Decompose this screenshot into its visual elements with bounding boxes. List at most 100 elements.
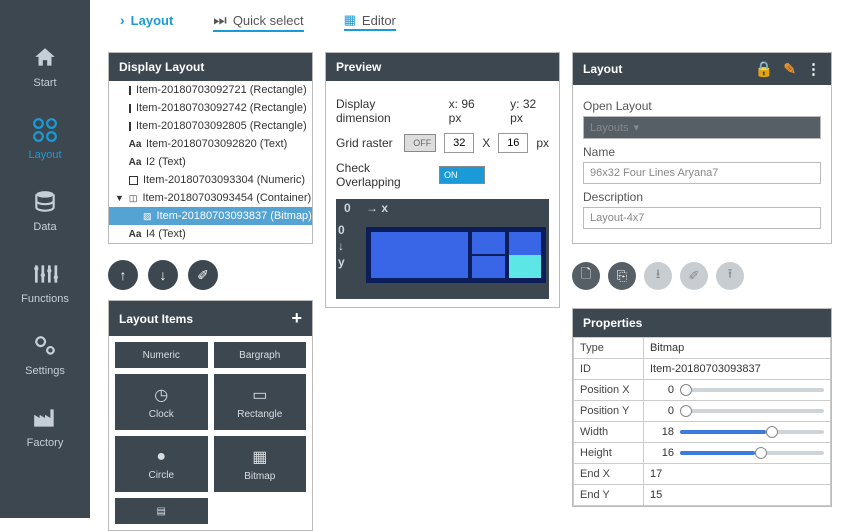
- upload-button[interactable]: ⭱: [716, 262, 744, 290]
- move-up-button[interactable]: ↑: [108, 260, 138, 290]
- prop-key: Height: [574, 443, 644, 464]
- text-icon: Aa: [129, 156, 141, 168]
- tab-layout[interactable]: ›Layout: [120, 7, 173, 33]
- tile-bitmap[interactable]: ▦Bitmap: [214, 436, 307, 492]
- tree-item-label: I2 (Text): [146, 156, 186, 168]
- sidebar-item-data[interactable]: Data: [32, 189, 58, 233]
- prop-key: End X: [574, 464, 644, 485]
- sidebar-item-start[interactable]: Start: [32, 45, 58, 89]
- overlap-label: Check Overlapping: [336, 161, 431, 189]
- open-layout-label: Open Layout: [583, 99, 821, 113]
- tree-item[interactable]: ▼◫Item-20180703093454 (Container): [109, 189, 312, 207]
- prop-slider[interactable]: [680, 409, 824, 413]
- prop-key: Position X: [574, 380, 644, 401]
- dimension-x: x: 96 px: [449, 97, 488, 125]
- preview-rect: [366, 227, 546, 283]
- tree-item-label: Item-20180703092820 (Text): [146, 138, 287, 150]
- grid-x-input[interactable]: [444, 133, 474, 153]
- tile-clock[interactable]: ◷Clock: [115, 374, 208, 430]
- prop-value: 0: [650, 384, 674, 396]
- expand-icon: ▼: [115, 192, 124, 204]
- tile-rectangle[interactable]: ▭Rectangle: [214, 374, 307, 430]
- text-icon: Aa: [129, 138, 141, 150]
- prop-row: Width18: [574, 422, 831, 443]
- desc-input[interactable]: [583, 207, 821, 229]
- chevron-down-icon: ▾: [634, 121, 640, 134]
- origin-zero-y: 0: [338, 223, 345, 237]
- tile-label: Bitmap: [244, 471, 275, 482]
- prop-slider[interactable]: [680, 451, 824, 455]
- tab-quick-select[interactable]: ⏭ Quick select: [213, 7, 303, 34]
- grid-label: Grid raster: [336, 136, 396, 150]
- edit-icon[interactable]: ✎: [783, 60, 796, 78]
- tab-editor[interactable]: ▦Editor: [344, 7, 396, 33]
- grid-toggle[interactable]: OFF: [404, 134, 437, 152]
- axis-y-label: y: [338, 255, 345, 269]
- bitmap-icon: ▨: [143, 210, 152, 222]
- preview-canvas[interactable]: 0 → x 0 ↓ y: [336, 199, 549, 299]
- clock-icon: ◷: [154, 385, 168, 405]
- sidebar-item-factory[interactable]: Factory: [27, 405, 64, 449]
- add-item-button[interactable]: +: [291, 308, 302, 329]
- sidebar-label: Start: [33, 77, 56, 89]
- prop-key: End Y: [574, 485, 644, 506]
- text-icon: Aa: [129, 228, 141, 240]
- prop-key: Width: [574, 422, 644, 443]
- tile-label: Rectangle: [237, 409, 282, 420]
- download-button[interactable]: ⭳: [644, 262, 672, 290]
- erase-button[interactable]: ✐: [188, 260, 218, 290]
- prop-value: 15: [650, 489, 662, 501]
- dimension-label: Display dimension: [336, 97, 426, 125]
- tree-item[interactable]: Item-20180703092742 (Rectangle): [109, 99, 312, 117]
- tile-numeric[interactable]: Numeric: [115, 342, 208, 368]
- name-input[interactable]: [583, 162, 821, 184]
- prop-value: 17: [650, 468, 662, 480]
- clear-button[interactable]: ✐: [680, 262, 708, 290]
- sidebar-label: Factory: [27, 437, 64, 449]
- action-row: 🗋 ⎘ ⭳ ✐ ⭱: [572, 262, 832, 290]
- tree-item[interactable]: Item-20180703092805 (Rectangle): [109, 117, 312, 135]
- fast-forward-icon: ⏭: [213, 12, 227, 29]
- tree-item[interactable]: Aa I4 (Text): [109, 225, 312, 243]
- prop-key: Position Y: [574, 401, 644, 422]
- sidebar-item-settings[interactable]: Settings: [25, 333, 65, 377]
- tree-item-label: Item-20180703092742 (Rectangle): [136, 102, 307, 114]
- prop-value: 0: [650, 405, 674, 417]
- lock-icon[interactable]: 🔒: [755, 60, 774, 78]
- tile-more[interactable]: ▤: [115, 498, 208, 524]
- tile-label: Bargraph: [239, 350, 280, 361]
- layout-items-panel: Layout Items + Numeric Bargraph ◷Clock▭Rect…: [108, 300, 313, 531]
- tree-item[interactable]: Item-20180703092721 (Rectangle): [109, 81, 312, 99]
- menu-icon[interactable]: ⋮: [806, 60, 821, 78]
- overlap-toggle[interactable]: ON: [439, 166, 485, 184]
- grid-y-input[interactable]: [498, 133, 528, 153]
- prop-slider[interactable]: [680, 430, 824, 434]
- sidebar-label: Settings: [25, 365, 65, 377]
- film-icon: ▤: [157, 506, 166, 517]
- tab-quick-label: Quick select: [233, 13, 304, 28]
- layouts-dropdown[interactable]: Layouts▾: [583, 116, 821, 139]
- copy-button[interactable]: ⎘: [608, 262, 636, 290]
- move-down-button[interactable]: ↓: [148, 260, 178, 290]
- rect-icon: [129, 122, 131, 131]
- tile-circle[interactable]: ●Circle: [115, 436, 208, 492]
- prop-row: End Y 15: [574, 485, 831, 506]
- tree-item[interactable]: Item-20180703093304 (Numeric): [109, 171, 312, 189]
- tree-item[interactable]: Aa I2 (Text): [109, 153, 312, 171]
- layout-tree[interactable]: Item-20180703092721 (Rectangle) Item-2018…: [109, 81, 312, 243]
- sidebar-item-functions[interactable]: Functions: [21, 261, 69, 305]
- prop-slider[interactable]: [680, 388, 824, 392]
- prop-row: Position X 0: [574, 380, 831, 401]
- preview-panel: Preview Display dimension x: 96 px y: 32…: [325, 52, 560, 308]
- new-button[interactable]: 🗋: [572, 262, 600, 290]
- tile-bargraph[interactable]: Bargraph: [214, 342, 307, 368]
- tree-item[interactable]: ▨Item-20180703093837 (Bitmap): [109, 207, 312, 225]
- tree-item-label: I4 (Text): [146, 228, 186, 240]
- panel-title: Layout Items: [119, 312, 193, 326]
- rect-icon: [129, 176, 138, 185]
- sidebar-item-layout[interactable]: Layout: [28, 117, 61, 161]
- tree-item[interactable]: Aa Item-20180703092820 (Text): [109, 135, 312, 153]
- origin-zero: 0: [344, 201, 351, 215]
- prop-row: Position Y 0: [574, 401, 831, 422]
- panel-title: Display Layout: [119, 60, 204, 74]
